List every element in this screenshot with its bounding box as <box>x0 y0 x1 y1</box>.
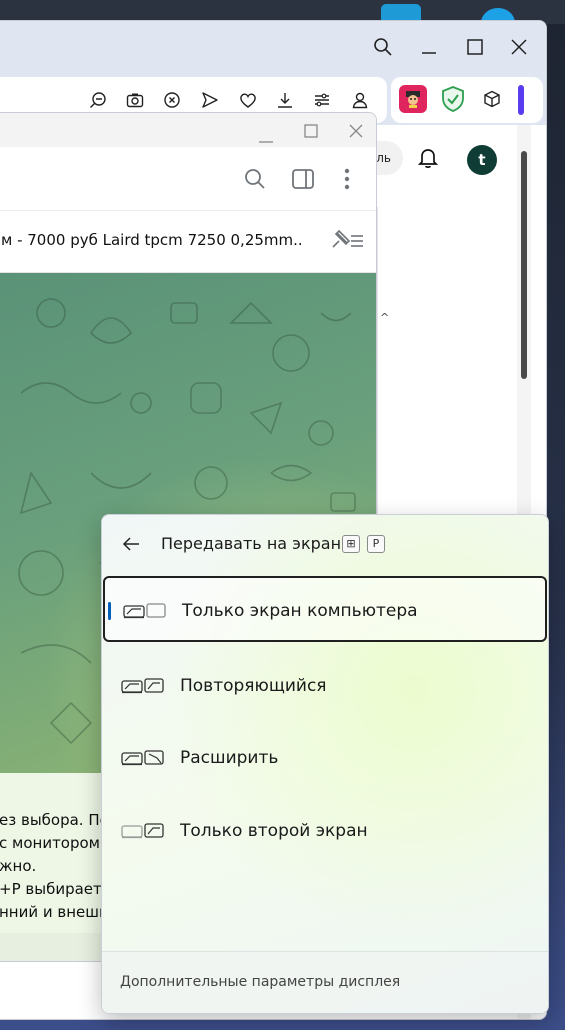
sliders-icon[interactable] <box>309 87 335 113</box>
pinned-message-text: м - 7000 руб Laird tpcm 7250 0,25mm... <box>1 231 301 249</box>
search-icon[interactable] <box>244 168 266 194</box>
maximize-icon[interactable] <box>467 39 483 55</box>
telegram-titlebar <box>0 113 376 148</box>
maximize-icon[interactable] <box>304 123 318 142</box>
option-label: Только экран компьютера <box>182 601 418 621</box>
camera-icon[interactable] <box>122 87 148 113</box>
pinned-list-icon[interactable] <box>329 229 365 255</box>
message-line: +P выбирает <box>0 880 102 898</box>
scrollbar-thumb[interactable] <box>521 151 527 379</box>
close-icon[interactable] <box>511 39 527 55</box>
advanced-display-settings-link[interactable]: Дополнительные параметры дисплея <box>120 974 400 990</box>
send-icon[interactable] <box>197 87 223 113</box>
message-line: жно. <box>0 857 37 875</box>
minimize-icon[interactable] <box>421 39 437 55</box>
extend-icon <box>121 749 165 771</box>
heart-icon[interactable] <box>235 87 261 113</box>
close-icon[interactable] <box>349 123 363 142</box>
sidebar-toggle-indicator[interactable] <box>518 85 524 115</box>
shield-x-icon[interactable] <box>159 87 185 113</box>
browser-titlebar <box>0 21 546 73</box>
more-options-icon[interactable] <box>343 167 351 195</box>
zoom-out-icon[interactable] <box>85 87 111 113</box>
second-screen-only-icon <box>121 822 165 844</box>
bell-icon[interactable] <box>417 147 439 173</box>
option-label: Расширить <box>180 748 279 768</box>
message-line: нний и внешн <box>0 903 109 921</box>
search-icon[interactable] <box>373 37 393 57</box>
p-key-badge: P <box>367 535 385 553</box>
windows-key-badge: ⊞ <box>342 535 360 553</box>
option-duplicate[interactable]: Повторяющийся <box>103 653 547 719</box>
pc-screen-only-icon <box>123 602 167 624</box>
option-extend[interactable]: Расширить <box>103 725 547 791</box>
back-arrow-icon[interactable] <box>122 535 140 557</box>
shield-check-icon[interactable] <box>441 86 465 116</box>
message-line: ез выбора. Пе <box>0 811 109 829</box>
option-label: Повторяющийся <box>180 676 327 696</box>
chat-header <box>0 147 376 211</box>
extensions-bar <box>391 77 543 123</box>
message-text: ез выбора. Пе с монитором жно. +P выбира… <box>0 809 109 924</box>
flyout-title: Передавать на экран <box>161 534 342 553</box>
user-icon[interactable] <box>347 87 373 113</box>
message-line: с монитором <box>0 834 100 852</box>
sidebar-panel-icon[interactable] <box>292 168 314 194</box>
option-second-screen-only[interactable]: Только второй экран <box>103 798 547 864</box>
download-icon[interactable] <box>272 87 298 113</box>
minimize-icon[interactable] <box>259 129 273 148</box>
option-pc-screen-only[interactable]: Только экран компьютера <box>103 576 547 642</box>
project-flyout: Передавать на экран ⊞ P Только экран ком… <box>101 514 549 1014</box>
flyout-footer: Дополнительные параметры дисплея <box>102 951 548 1013</box>
pinned-message-bar[interactable]: м - 7000 руб Laird tpcm 7250 0,25mm... <box>0 211 376 273</box>
selection-indicator <box>108 602 111 620</box>
cube-icon[interactable] <box>483 90 501 112</box>
avatar[interactable]: t <box>467 145 497 175</box>
option-label: Только второй экран <box>180 821 368 841</box>
cartoon-extension-icon[interactable] <box>399 85 427 113</box>
duplicate-icon <box>121 677 165 699</box>
scroll-up-arrow-icon[interactable]: ^ <box>380 311 389 324</box>
